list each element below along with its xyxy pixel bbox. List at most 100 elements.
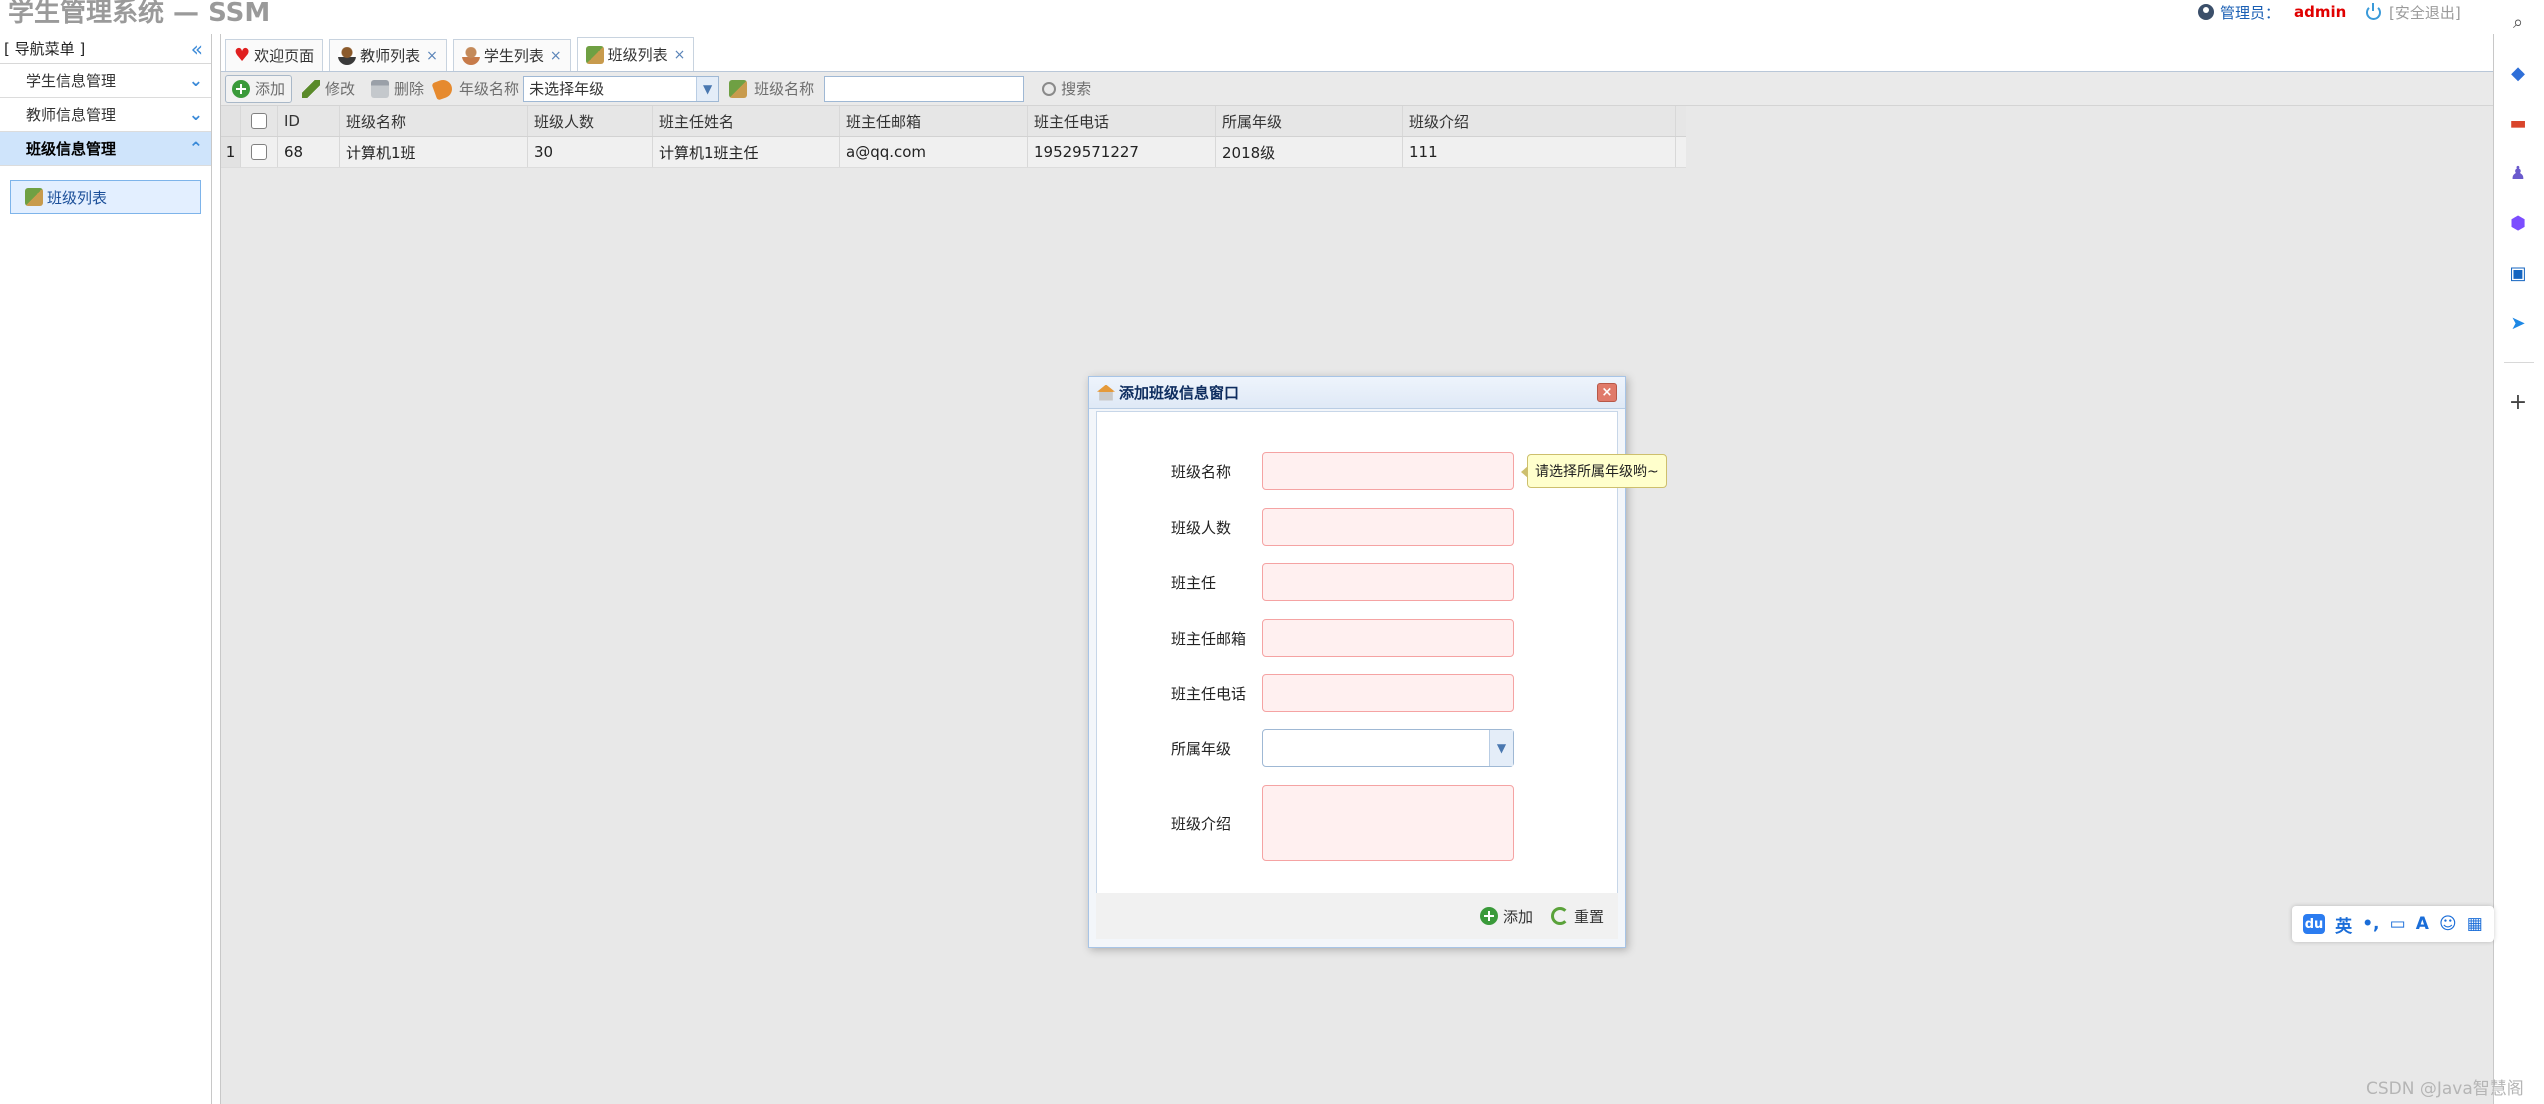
class-name-search-input[interactable]	[824, 75, 1025, 102]
search-label: 搜索	[1061, 80, 1092, 98]
class-size-label: 班级人数	[1171, 518, 1232, 537]
close-icon[interactable]: ×	[674, 47, 686, 63]
sidebar: [ 导航菜单 ] « 学生信息管理 ⌄ 教师信息管理 ⌄ 班级信息管理 ⌃ 班级…	[0, 34, 212, 1104]
class-icon	[25, 188, 43, 206]
heart-icon: ♥	[234, 45, 251, 66]
tab-teacher-list[interactable]: 教师列表 ×	[329, 39, 447, 71]
tag-icon	[431, 76, 455, 101]
ime-language-toggle[interactable]: 英	[2335, 912, 2352, 937]
tab-label: 学生列表	[483, 47, 544, 65]
table-cell: 计算机1班主任	[653, 137, 840, 167]
reset-icon	[1550, 907, 1569, 925]
column-header[interactable]: 所属年级	[1216, 106, 1403, 136]
class-table: ID 班级名称 班级人数 班主任姓名 班主任邮箱 班主任电话 所属年级 班级介绍…	[221, 106, 1686, 168]
nav-item-teacher[interactable]: 教师信息管理 ⌄	[0, 98, 211, 132]
add-class-dialog: 添加班级信息窗口 × 班级名称 请选择所属年级哟~ 班级人数 班主任 班主任邮箱…	[1088, 376, 1667, 948]
column-header[interactable]: 班主任邮箱	[840, 106, 1028, 136]
column-header[interactable]: ID	[278, 106, 340, 136]
close-button[interactable]: ×	[1597, 383, 1617, 402]
row-checkbox[interactable]	[251, 144, 267, 160]
table-cell: 计算机1班	[340, 137, 528, 167]
class-icon	[585, 45, 604, 64]
logout-link[interactable]: [安全退出]	[2366, 1, 2461, 23]
house-icon	[1097, 384, 1115, 401]
nav-item-student[interactable]: 学生信息管理 ⌄	[0, 64, 211, 98]
column-header[interactable]: 班级人数	[528, 106, 653, 136]
nav-item-class[interactable]: 班级信息管理 ⌃	[0, 132, 211, 166]
table-cell: a@qq.com	[840, 137, 1028, 167]
send-icon[interactable]: ➤	[2506, 311, 2530, 335]
column-header[interactable]: 班主任电话	[1028, 106, 1216, 136]
plus-icon[interactable]: +	[2506, 390, 2530, 415]
add-label: 添加	[255, 80, 286, 98]
app-title: 学生管理系统 — SSM	[8, 0, 271, 28]
sidebar-item-class-list[interactable]: 班级列表	[10, 180, 201, 214]
rail-divider	[2504, 362, 2534, 363]
class-intro-label: 班级介绍	[1171, 814, 1232, 833]
watermark: CSDN @Java智慧阁	[2366, 1079, 2524, 1099]
head-teacher-field[interactable]	[1262, 563, 1514, 601]
tag-icon[interactable]: ◆	[2506, 61, 2530, 85]
table-row[interactable]: 1 68 计算机1班 30 计算机1班主任 a@qq.com 195295712…	[221, 137, 1686, 168]
submit-add-button[interactable]: 添加	[1479, 906, 1533, 927]
validation-tooltip: 请选择所属年级哟~	[1521, 454, 1667, 488]
class-filter-label: 班级名称	[754, 80, 815, 98]
table-cell: 30	[528, 137, 653, 167]
grade-select[interactable]: ▼	[1262, 729, 1514, 767]
head-teacher-label: 班主任	[1171, 573, 1217, 592]
search-icon[interactable]: ⌕	[2506, 10, 2530, 34]
tab-welcome[interactable]: ♥ 欢迎页面	[225, 39, 324, 71]
keyboard-icon[interactable]: ▭	[2390, 914, 2406, 934]
games-icon[interactable]: ♟	[2506, 161, 2530, 185]
class-name-field[interactable]	[1262, 452, 1514, 490]
teacher-icon	[338, 46, 357, 65]
nav-submenu: 班级列表	[0, 166, 211, 228]
baidu-ime-icon[interactable]: du	[2303, 914, 2326, 934]
emoji-icon[interactable]: ☺	[2439, 914, 2457, 934]
select-all-cell	[241, 106, 278, 136]
skin-icon[interactable]: A	[2416, 914, 2429, 934]
teacher-email-field[interactable]	[1262, 619, 1514, 657]
class-size-field[interactable]	[1262, 508, 1514, 546]
class-intro-textarea[interactable]	[1262, 785, 1514, 861]
office-icon[interactable]: ⬢	[2506, 211, 2530, 235]
edit-button[interactable]: 修改	[296, 75, 361, 103]
delete-button[interactable]: 删除	[365, 75, 430, 103]
toolbox-icon[interactable]: ▬	[2506, 111, 2530, 135]
delete-label: 删除	[394, 80, 425, 98]
outlook-icon[interactable]: ▣	[2506, 261, 2530, 285]
chevron-up-icon: ⌃	[188, 138, 203, 159]
punctuation-icon[interactable]: •,	[2362, 914, 2379, 934]
chevron-down-icon: ▼	[696, 76, 719, 101]
table-cell: 2018级	[1216, 137, 1403, 167]
grade-select[interactable]: 未选择年级 ▼	[523, 75, 720, 102]
dialog-title-bar[interactable]: 添加班级信息窗口	[1089, 377, 1625, 409]
add-icon	[1479, 907, 1498, 925]
tab-class-list[interactable]: 班级列表 ×	[576, 37, 695, 71]
select-all-checkbox[interactable]	[251, 113, 267, 129]
user-info: 管理员： admin	[2198, 1, 2346, 23]
student-icon	[461, 46, 480, 65]
reset-button[interactable]: 重置	[1550, 906, 1604, 927]
grade-select-value: 未选择年级	[529, 80, 605, 98]
close-icon[interactable]: ×	[426, 48, 438, 64]
search-button[interactable]: 搜索	[1036, 75, 1097, 103]
logout-label: [安全退出]	[2389, 3, 2461, 22]
sidebar-item-label: 班级列表	[47, 188, 108, 207]
column-header[interactable]: 班级介绍	[1403, 106, 1676, 136]
power-icon	[2366, 2, 2381, 20]
column-header[interactable]: 班主任姓名	[653, 106, 840, 136]
column-header[interactable]: 班级名称	[340, 106, 528, 136]
rownum-header	[221, 106, 241, 136]
close-icon[interactable]: ×	[550, 48, 562, 64]
grade-filter-label: 年级名称	[459, 80, 520, 98]
chevron-down-icon: ⌄	[188, 104, 203, 125]
grid-menu-icon[interactable]: ▦	[2467, 914, 2483, 934]
collapse-left-icon[interactable]: «	[191, 39, 203, 59]
user-role: 管理员：	[2220, 3, 2281, 22]
add-button[interactable]: 添加	[225, 74, 293, 103]
teacher-phone-field[interactable]	[1262, 674, 1514, 712]
tab-student-list[interactable]: 学生列表 ×	[452, 39, 571, 71]
row-select-cell	[241, 137, 278, 167]
user-name: admin	[2294, 3, 2347, 21]
